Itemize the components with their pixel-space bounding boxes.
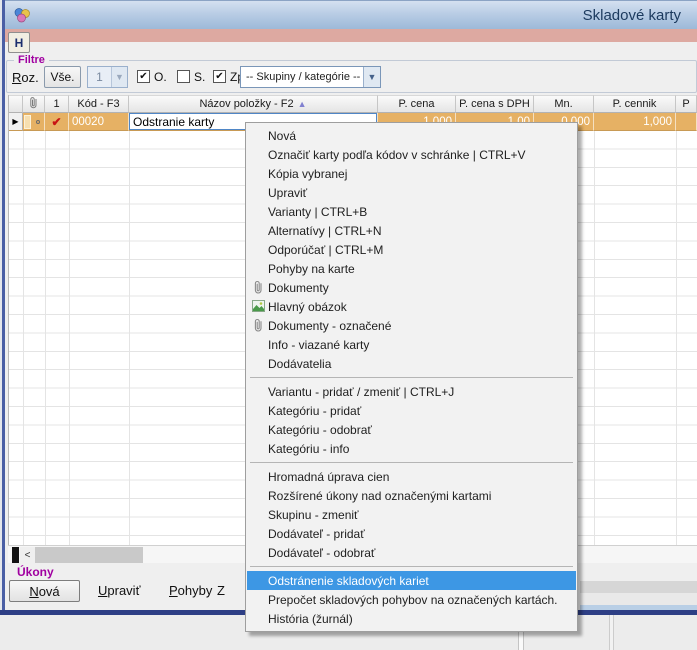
row-attachment-cell bbox=[23, 113, 45, 131]
menu-item[interactable]: Alternatívy | CTRL+N bbox=[247, 221, 576, 240]
menu-separator bbox=[250, 462, 573, 463]
checkbox-o-label: O. bbox=[154, 70, 167, 84]
menu-item[interactable]: Prepočet skladových pohybov na označenýc… bbox=[247, 590, 576, 609]
menu-item[interactable]: Kópia vybranej bbox=[247, 164, 576, 183]
record-dot-icon bbox=[36, 120, 40, 124]
paperclip-icon bbox=[251, 280, 265, 294]
menu-item-odstranenie-highlighted[interactable]: Odstránenie skladových kariet bbox=[247, 571, 576, 590]
screen: Skladové karty H Filtre Roz. Vše. 1 ▼ ✔ … bbox=[0, 0, 697, 650]
context-menu: Nová Označiť karty podľa kódov v schránk… bbox=[245, 122, 578, 632]
chevron-down-icon: ▼ bbox=[111, 67, 127, 87]
bottom-band bbox=[580, 593, 697, 605]
vse-button[interactable]: Vše. bbox=[44, 66, 81, 88]
menu-item[interactable]: Rozšírené úkony nad označenými kartami bbox=[247, 486, 576, 505]
header-p-cennik[interactable]: P. cennik bbox=[594, 95, 676, 113]
scrollbar-corner bbox=[12, 547, 19, 563]
menu-item[interactable]: Označiť karty podľa kódov v schránke | C… bbox=[247, 145, 576, 164]
menu-separator bbox=[250, 566, 573, 567]
salmon-strip bbox=[2, 29, 697, 42]
menu-item[interactable]: História (žurnál) bbox=[247, 609, 576, 628]
skupiny-kategorie-select[interactable]: -- Skupiny / kategórie -- ▼ bbox=[240, 66, 381, 88]
menu-item[interactable]: Upraviť bbox=[247, 183, 576, 202]
menu-item[interactable]: Odporúčať | CTRL+M bbox=[247, 240, 576, 259]
ukony-group-label: Úkony bbox=[17, 565, 54, 579]
checkbox-s-label: S. bbox=[194, 70, 205, 84]
row-flag-icon bbox=[24, 115, 31, 129]
app-icon bbox=[13, 7, 31, 29]
scroll-left-button[interactable]: < bbox=[20, 547, 35, 563]
menu-item[interactable]: Info - viazané karty bbox=[247, 335, 576, 354]
menu-item[interactable]: Kategóriu - odobrať bbox=[247, 420, 576, 439]
menu-item[interactable]: Hlavný obázok bbox=[247, 297, 576, 316]
header-nazov[interactable]: Názov položky - F2 ▲ bbox=[129, 95, 378, 113]
chevron-down-icon: ▼ bbox=[363, 67, 380, 87]
partial-hidden-button[interactable]: Z bbox=[217, 583, 225, 598]
menu-item[interactable]: Dodávatelia bbox=[247, 354, 576, 373]
count-select-value: 1 bbox=[88, 70, 111, 84]
checkbox-o[interactable]: ✔ bbox=[137, 70, 150, 83]
header-p-cena-s-dph[interactable]: P. cena s DPH bbox=[456, 95, 534, 113]
title-bar[interactable]: Skladové karty bbox=[0, 0, 697, 29]
menu-item[interactable]: Dokumenty - označené bbox=[247, 316, 576, 335]
menu-item[interactable]: Dodávateľ - pridať bbox=[247, 524, 576, 543]
row-p-cennik-cell: 1,000 bbox=[594, 113, 676, 131]
menu-item[interactable]: Varianty | CTRL+B bbox=[247, 202, 576, 221]
sort-ascending-icon: ▲ bbox=[298, 99, 307, 109]
menu-item[interactable]: Kategóriu - pridať bbox=[247, 401, 576, 420]
window-border-left bbox=[2, 0, 5, 615]
menu-item[interactable]: Skupinu - zmeniť bbox=[247, 505, 576, 524]
skupiny-select-value: -- Skupiny / kategórie -- bbox=[241, 71, 363, 83]
menu-item[interactable]: Kategóriu - info bbox=[247, 439, 576, 458]
roz-link[interactable]: Roz. bbox=[12, 70, 39, 85]
window-title: Skladové karty bbox=[583, 7, 681, 24]
image-icon bbox=[251, 299, 265, 313]
menu-item[interactable]: Dokumenty bbox=[247, 278, 576, 297]
red-check-icon: ✔ bbox=[51, 115, 61, 129]
row-marker-icon: ▶ bbox=[12, 117, 18, 126]
filter-group-label: Filtre bbox=[14, 54, 49, 66]
menu-item[interactable]: Nová bbox=[247, 126, 576, 145]
header-one-column[interactable]: 1 bbox=[45, 95, 69, 113]
upravit-button[interactable]: Upraviť bbox=[98, 583, 140, 598]
menu-item[interactable]: Hromadná úprava cien bbox=[247, 467, 576, 486]
menu-item[interactable]: Dodávateľ - odobrať bbox=[247, 543, 576, 562]
header-p[interactable]: P bbox=[676, 95, 697, 113]
scrollbar-thumb[interactable] bbox=[35, 547, 143, 563]
background-line bbox=[613, 615, 614, 650]
menu-separator bbox=[250, 377, 573, 378]
header-mn[interactable]: Mn. bbox=[534, 95, 594, 113]
row-selector-cell: ▶ bbox=[9, 113, 23, 131]
checkbox-s[interactable] bbox=[177, 70, 190, 83]
bottom-band bbox=[580, 581, 697, 593]
table-header: 1 Kód - F3 Názov položky - F2 ▲ P. cena … bbox=[8, 95, 697, 113]
menu-item[interactable]: Pohyby na karte bbox=[247, 259, 576, 278]
pohyby-button[interactable]: Pohyby bbox=[169, 583, 212, 598]
checkbox-zp[interactable]: ✔ bbox=[213, 70, 226, 83]
row-kod-cell: 00020 bbox=[69, 113, 129, 131]
menu-item[interactable]: Variantu - pridať / zmeniť | CTRL+J bbox=[247, 382, 576, 401]
h-button[interactable]: H bbox=[8, 32, 30, 53]
row-check-cell: ✔ bbox=[45, 113, 69, 131]
header-selector-column bbox=[9, 95, 23, 113]
row-p-cell bbox=[676, 113, 697, 131]
header-attachment-column[interactable] bbox=[23, 95, 45, 113]
nova-button[interactable]: Nová bbox=[9, 580, 80, 602]
header-p-cena[interactable]: P. cena bbox=[378, 95, 456, 113]
header-kod[interactable]: Kód - F3 bbox=[69, 95, 129, 113]
paperclip-icon bbox=[29, 96, 38, 112]
paperclip-icon bbox=[251, 318, 265, 332]
count-select[interactable]: 1 ▼ bbox=[87, 66, 128, 88]
